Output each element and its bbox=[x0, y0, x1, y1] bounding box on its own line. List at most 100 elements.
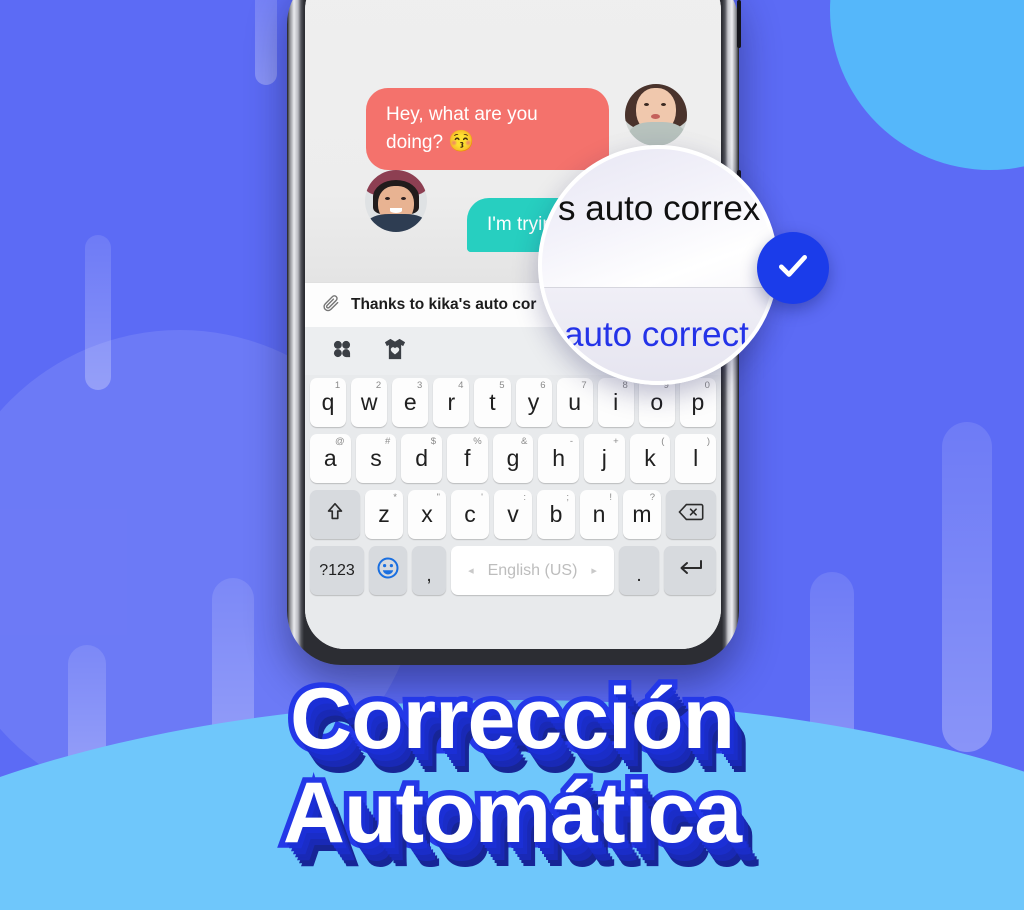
key-c[interactable]: ' c bbox=[451, 490, 489, 539]
key-i-num: 8 bbox=[622, 380, 628, 391]
period-key[interactable]: . bbox=[619, 546, 659, 595]
theme-shirt-icon[interactable] bbox=[383, 338, 407, 365]
key-y-label: y bbox=[527, 389, 540, 415]
key-b[interactable]: ; b bbox=[537, 490, 575, 539]
key-a-num: @ bbox=[335, 436, 345, 447]
key-f-label: f bbox=[464, 445, 471, 471]
key-x[interactable]: " x bbox=[408, 490, 446, 539]
key-s[interactable]: # s bbox=[355, 434, 397, 483]
key-x-num: " bbox=[436, 492, 440, 503]
key-g-label: g bbox=[506, 445, 520, 471]
bg-circle-right bbox=[830, 0, 1024, 170]
magnifier-typed-row: s auto correx bbox=[542, 149, 774, 269]
magnifier-corrected-word[interactable]: auto correct bbox=[564, 315, 749, 355]
key-y-num: 6 bbox=[540, 380, 546, 391]
key-l-num: ) bbox=[706, 436, 711, 447]
avatar-woman bbox=[625, 84, 687, 146]
key-s-num: # bbox=[385, 436, 391, 447]
key-z[interactable]: * z bbox=[365, 490, 403, 539]
key-r-num: 4 bbox=[458, 380, 464, 391]
key-h[interactable]: -h bbox=[538, 434, 580, 483]
key-w[interactable]: 2w bbox=[351, 378, 388, 427]
headline-line-1: Corrección bbox=[284, 667, 740, 772]
key-m-label: m bbox=[632, 501, 652, 527]
headline: Corrección Automática bbox=[0, 667, 1024, 866]
key-j-label: j bbox=[601, 445, 607, 471]
key-d-num: $ bbox=[430, 436, 436, 447]
key-z-label: z bbox=[378, 501, 390, 527]
enter-key[interactable] bbox=[664, 546, 716, 595]
key-j[interactable]: + j bbox=[584, 434, 625, 483]
keyboard-rows: 1q 2w 3e 4r 5t 6y 7u 8i 9o 0p @ a # s $ … bbox=[305, 375, 721, 595]
key-r-label: r bbox=[447, 389, 456, 415]
bg-pill-1 bbox=[85, 235, 111, 390]
key-c-label: c bbox=[464, 501, 476, 527]
key-q-num: 1 bbox=[334, 380, 341, 391]
key-a[interactable]: @ a bbox=[309, 434, 351, 483]
shift-icon bbox=[324, 501, 346, 529]
paperclip-icon[interactable] bbox=[321, 293, 341, 318]
key-m[interactable]: ? m bbox=[623, 490, 661, 539]
key-w-label: w bbox=[360, 389, 378, 415]
key-t-label: t bbox=[489, 389, 496, 415]
shift-key[interactable] bbox=[310, 490, 360, 539]
key-k[interactable]: (k bbox=[629, 434, 671, 483]
key-o[interactable]: 9o bbox=[638, 378, 675, 427]
key-a-label: a bbox=[323, 445, 337, 471]
spacebar[interactable]: ◂ English (US) ▸ bbox=[451, 546, 614, 595]
spacebar-language-label: English (US) bbox=[487, 561, 578, 579]
key-n[interactable]: ! n bbox=[580, 490, 618, 539]
key-l[interactable]: ) l bbox=[675, 434, 717, 483]
magnifier-typed-word: s auto correx bbox=[558, 189, 761, 228]
language-next-icon[interactable]: ▸ bbox=[591, 564, 597, 577]
key-v[interactable]: :v bbox=[494, 490, 532, 539]
key-i[interactable]: 8i bbox=[597, 378, 634, 427]
keyboard-row-2: @ a # s $ d % f & g -h + j (k ) l bbox=[309, 434, 717, 483]
key-k-num: ( bbox=[661, 436, 665, 447]
backspace-key[interactable] bbox=[666, 490, 716, 539]
comma-key[interactable]: , bbox=[412, 546, 446, 595]
key-t[interactable]: 5t bbox=[474, 378, 511, 427]
key-m-num: ? bbox=[649, 492, 655, 503]
key-l-label: l bbox=[693, 445, 699, 471]
key-z-num: * bbox=[393, 492, 397, 503]
key-n-num: ! bbox=[609, 492, 612, 503]
emoji-key[interactable] bbox=[369, 546, 407, 595]
check-badge bbox=[757, 232, 829, 304]
key-q-label: q bbox=[321, 389, 335, 415]
key-s-label: s bbox=[370, 445, 382, 471]
key-d[interactable]: $ d bbox=[401, 434, 442, 483]
key-e-label: e bbox=[403, 389, 417, 415]
key-b-num: ; bbox=[566, 492, 569, 503]
key-f[interactable]: % f bbox=[447, 434, 488, 483]
symbols-key[interactable]: ?123 bbox=[310, 546, 364, 595]
keyboard-row-4: ?123 , ◂ English (US) ▸ . bbox=[310, 546, 716, 595]
key-e[interactable]: 3e bbox=[392, 378, 429, 427]
phone-power-button[interactable] bbox=[737, 0, 741, 48]
key-i-label: i bbox=[613, 389, 619, 415]
key-x-label: x bbox=[421, 501, 433, 527]
key-y[interactable]: 6y bbox=[515, 378, 552, 427]
key-r[interactable]: 4r bbox=[433, 378, 470, 427]
key-p-label: p bbox=[691, 389, 705, 415]
key-g[interactable]: & g bbox=[492, 434, 534, 483]
avatar-man bbox=[365, 170, 427, 232]
key-u-num: 7 bbox=[581, 380, 587, 391]
key-v-num: : bbox=[523, 492, 526, 503]
backspace-icon bbox=[678, 501, 704, 528]
magnifier-suggestion-row[interactable]: auto correct bbox=[542, 288, 774, 381]
language-prev-icon[interactable]: ◂ bbox=[468, 564, 474, 577]
key-q[interactable]: 1q bbox=[310, 378, 347, 427]
bg-pill-2 bbox=[255, 0, 277, 85]
key-b-label: b bbox=[549, 501, 563, 527]
headline-line-2: Automática bbox=[277, 761, 747, 866]
chat-bubble-emoji: 😚 bbox=[448, 130, 475, 153]
key-u[interactable]: 7u bbox=[556, 378, 593, 427]
key-p[interactable]: 0p bbox=[679, 378, 716, 427]
message-input-value[interactable]: Thanks to kika's auto cor bbox=[351, 296, 536, 314]
key-v-label: v bbox=[507, 501, 519, 527]
magnifier-lens: s auto correx auto correct bbox=[538, 145, 778, 385]
promo-banner: Hey, what are you doing? 😚 I'm trying t bbox=[0, 0, 1024, 910]
key-n-label: n bbox=[592, 501, 606, 527]
clover-sticker-icon[interactable] bbox=[331, 338, 353, 365]
